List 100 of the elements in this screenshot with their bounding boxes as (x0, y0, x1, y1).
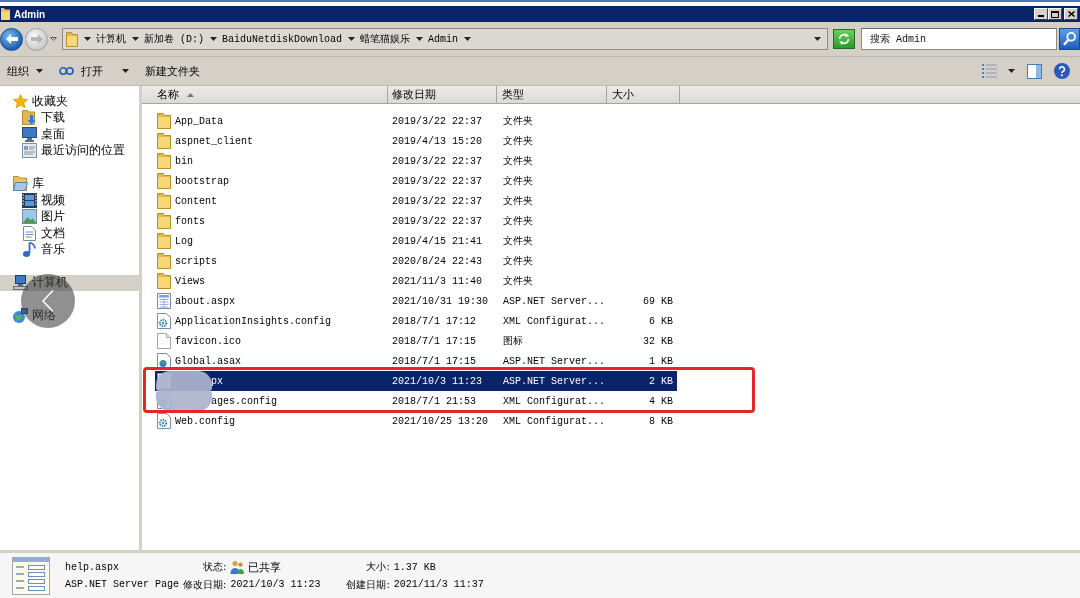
modified-date: 2021/11/3 11:40 (392, 275, 482, 287)
window-title: Admin (14, 8, 47, 20)
file-name: px (211, 375, 223, 387)
modified-date: 2019/3/22 22:37 (392, 175, 482, 187)
address-bar[interactable]: 计算机 新加卷 (D:) BaiduNetdiskDownload 蜡笔猫娱乐 Admin (62, 28, 828, 50)
file-size: 1 KB (649, 355, 673, 367)
modified-date: 2020/8/24 22:43 (392, 255, 482, 267)
toolbar-button[interactable]: 组织 (7, 60, 43, 82)
file-row[interactable]: px 2021/10/3 11:23 ASP.NET Server... 2 KB (155, 371, 677, 391)
view-list-icon[interactable] (982, 64, 997, 78)
file-row[interactable]: favicon.ico 2018/7/1 17:15 图标 32 KB (155, 331, 677, 351)
caret-icon[interactable] (348, 37, 356, 41)
file-type: ASP.NET Server... (503, 355, 606, 367)
sidebar-item[interactable]: 下载 (0, 109, 139, 126)
file-name: scripts (175, 255, 217, 267)
film-icon (22, 192, 37, 208)
file-size: 2 KB (649, 375, 673, 387)
folder-icon (157, 233, 171, 249)
file-type: ASP.NET Server... (503, 295, 606, 307)
right-arrow-icon (30, 34, 43, 44)
modified-date: 2019/3/22 22:37 (392, 215, 482, 227)
caret-icon[interactable] (50, 37, 57, 41)
file-row[interactable]: Log 2019/4/15 21:41 文件夹 (155, 231, 677, 251)
breadcrumb[interactable]: BaiduNetdiskDownload (217, 30, 343, 48)
column-header[interactable]: 名称 (142, 86, 388, 103)
file-row[interactable]: aspnet_client 2019/4/13 15:20 文件夹 (155, 131, 677, 151)
column-header[interactable]: 修改日期 (388, 86, 497, 103)
column-header[interactable]: 大小 (607, 86, 680, 103)
gear-page-icon (157, 413, 171, 429)
search-button[interactable] (1059, 28, 1080, 50)
sidebar-item[interactable]: 音乐 (0, 241, 139, 258)
sidebar-item[interactable]: 计算机 (0, 274, 139, 291)
blank-page-icon (157, 333, 171, 349)
sidebar-item[interactable]: 收藏夹 (0, 93, 139, 110)
folder-icon (157, 133, 171, 149)
file-row[interactable]: Web.config 2021/10/25 13:20 XML Configurat... 8 KB (155, 411, 677, 431)
file-row[interactable]: ApplicationInsights.config 2018/7/1 17:12 XML Configurat... 6 KB (155, 311, 677, 331)
breadcrumb[interactable]: Admin (423, 30, 459, 48)
file-row[interactable]: Views 2021/11/3 11:40 文件夹 (155, 271, 677, 291)
sidebar-item[interactable]: 库 (0, 175, 139, 192)
folder-icon (157, 193, 171, 209)
column-header[interactable]: 类型 (497, 86, 607, 103)
breadcrumb[interactable]: 新加卷 (D:) (139, 30, 204, 48)
search-icon (1063, 32, 1076, 46)
caret-icon[interactable] (416, 37, 424, 41)
sidebar-item[interactable]: 图片 (0, 208, 139, 225)
sort-up-icon (187, 92, 194, 97)
previous-button[interactable] (21, 274, 75, 328)
sidebar-item[interactable]: 网络 (0, 307, 139, 324)
file-row[interactable]: Content 2019/3/22 22:37 文件夹 (155, 191, 677, 211)
search-field[interactable]: 搜索 Admin (861, 28, 1057, 50)
refresh-button[interactable] (833, 29, 855, 49)
caret-icon[interactable] (814, 37, 821, 41)
file-size: 6 KB (649, 315, 673, 327)
preview-pane-icon[interactable] (1027, 63, 1042, 79)
help-icon[interactable] (1054, 63, 1070, 79)
modified-date: 2021/10/3 11:23 (392, 375, 482, 387)
modified-date: 2019/3/22 22:37 (392, 155, 482, 167)
file-row[interactable]: Global.asax 2018/7/1 17:15 ASP.NET Server... 1 KB (155, 351, 677, 371)
globe-icon (13, 308, 28, 324)
file-type: 文件夹 (503, 234, 533, 248)
file-name: bin (175, 155, 193, 167)
file-row[interactable]: fonts 2019/3/22 22:37 文件夹 (155, 211, 677, 231)
maximize-button[interactable] (1048, 8, 1062, 20)
field-label: 创建日期: (346, 577, 390, 592)
close-icon (1067, 11, 1075, 17)
field-value: 2021/11/3 11:37 (393, 579, 484, 590)
file-row[interactable]: bootstrap 2019/3/22 22:37 文件夹 (155, 171, 677, 191)
caret-icon[interactable] (1008, 69, 1015, 73)
download-folder-icon (22, 110, 37, 126)
sidebar-item[interactable]: 桌面 (0, 126, 139, 143)
modified-date: 2019/3/22 22:37 (392, 115, 482, 127)
file-row[interactable]: about.aspx 2021/10/31 19:30 ASP.NET Server... 69 KB (155, 291, 677, 311)
sidebar-item[interactable]: 文档 (0, 225, 139, 242)
file-name: ages.config (211, 395, 277, 407)
file-row[interactable]: scripts 2020/8/24 22:43 文件夹 (155, 251, 677, 271)
modified-date: 2018/7/1 17:12 (392, 315, 476, 327)
caret-icon[interactable] (132, 37, 139, 41)
file-row[interactable]: App_Data 2019/3/22 22:37 文件夹 (155, 111, 677, 131)
toolbar-button[interactable]: 新建文件夹 (145, 60, 200, 82)
caret-icon[interactable] (464, 37, 472, 41)
back-button[interactable] (0, 27, 23, 51)
field-value: 1.37 KB (393, 561, 436, 573)
close-button[interactable] (1064, 8, 1078, 20)
caret-icon[interactable] (84, 37, 91, 41)
toolbar-button[interactable]: 打开 (59, 60, 129, 82)
breadcrumb[interactable]: 蜡笔猫娱乐 (355, 30, 411, 48)
file-row[interactable]: ages.config 2018/7/1 21:53 XML Configurat... 4 KB (155, 391, 677, 411)
folder-icon (157, 253, 171, 269)
field-value: 2021/10/3 11:23 (230, 579, 321, 590)
modified-date: 2018/7/1 17:15 (392, 335, 476, 347)
caret-icon[interactable] (210, 37, 217, 41)
monitor-icon (22, 126, 37, 142)
file-row[interactable]: bin 2019/3/22 22:37 文件夹 (155, 151, 677, 171)
sidebar-item[interactable]: 视频 (0, 192, 139, 209)
minimize-button[interactable] (1034, 8, 1048, 20)
field-label: 状态: (203, 560, 227, 574)
breadcrumb[interactable]: 计算机 (91, 30, 126, 48)
file-type: XML Configurat... (503, 395, 606, 407)
sidebar-item[interactable]: 最近访问的位置 (0, 142, 139, 159)
